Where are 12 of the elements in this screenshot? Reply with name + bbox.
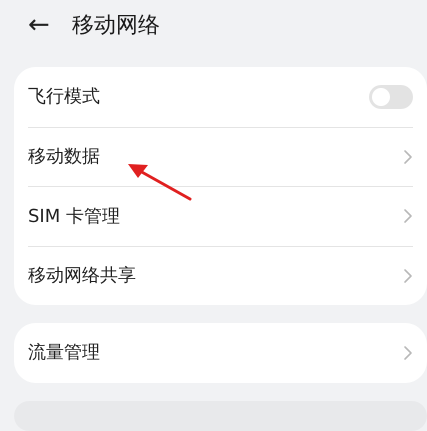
setting-label[interactable]: 移动数据 (28, 143, 100, 170)
setting-label[interactable]: SIM 卡管理 (28, 202, 120, 230)
chevron-right-icon (403, 208, 413, 224)
setting-label[interactable]: 飞行模式 (28, 83, 100, 110)
chevron-right-icon (403, 344, 413, 361)
back-button[interactable]: ← (28, 12, 50, 38)
chevron-right-icon (403, 268, 413, 284)
chevron-right-icon (403, 148, 413, 165)
toggle-switch[interactable] (369, 84, 413, 109)
setting-label[interactable]: 移动网络共享 (28, 262, 136, 290)
setting-label[interactable]: 流量管理 (28, 339, 100, 366)
page-title: 移动网络 (72, 12, 160, 40)
